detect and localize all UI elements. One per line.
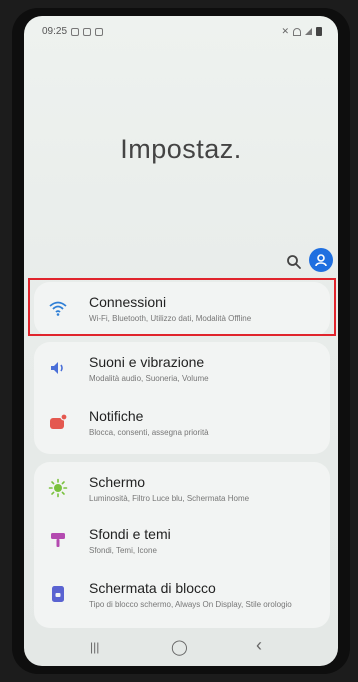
settings-item-subtitle: Blocca, consenti, assegna priorità (89, 428, 209, 437)
settings-item-title: Sfondi e temi (89, 526, 171, 542)
palette-icon (48, 530, 68, 550)
highlight-box (28, 278, 336, 336)
status-right: ✕ (281, 26, 322, 37)
status-bar: 09:25 ✕ (24, 16, 338, 44)
recent-apps-button[interactable]: ||| (90, 640, 99, 654)
settings-group-display: Schermo Luminosità, Filtro Luce blu, Sch… (34, 462, 330, 628)
profile-icon[interactable] (309, 248, 333, 272)
settings-item-subtitle: Sfondi, Temi, Icone (89, 546, 157, 555)
settings-item-schermo[interactable]: Schermo Luminosità, Filtro Luce blu, Sch… (34, 464, 330, 514)
settings-item-notifiche[interactable]: Notifiche Blocca, consenti, assegna prio… (34, 398, 330, 448)
notification-icon (95, 27, 104, 36)
signal-icon (305, 28, 312, 35)
settings-item-title: Notifiche (89, 408, 144, 424)
mute-icon: ✕ (281, 26, 289, 36)
status-time: 09:25 (42, 26, 68, 37)
notification-icon (71, 27, 80, 36)
settings-group-sound-notifications: Suoni e vibrazione Modalità audio, Suone… (34, 342, 330, 454)
settings-item-subtitle: Modalità audio, Suoneria, Volume (89, 374, 209, 383)
brightness-icon (48, 478, 68, 498)
settings-item-title: Suoni e vibrazione (89, 354, 205, 370)
settings-item-title: Schermo (89, 474, 146, 490)
search-icon[interactable] (286, 254, 302, 270)
settings-item-subtitle: Luminosità, Filtro Luce blu, Schermata H… (89, 494, 250, 503)
settings-item-schermata-blocco[interactable]: Schermata di blocco Tipo di blocco scher… (34, 570, 330, 626)
page-title: Impostaz. (120, 134, 242, 164)
settings-item-sfondi[interactable]: Sfondi e temi Sfondi, Temi, Icone (34, 516, 330, 566)
back-button[interactable]: ‹ (256, 635, 262, 656)
notification-icon (83, 27, 92, 36)
wifi-status-icon (293, 27, 301, 36)
lock-screen-icon (48, 584, 68, 604)
settings-item-title: Schermata di blocco (89, 580, 216, 596)
settings-item-subtitle: Tipo di blocco schermo, Always On Displa… (89, 600, 292, 609)
notification-bell-icon (48, 412, 68, 432)
settings-screen: 09:25 ✕ Impostaz. Connessioni Wi-Fi, Blu… (24, 16, 338, 666)
volume-icon (48, 358, 68, 378)
navigation-bar: ||| ◯ ‹ (24, 626, 338, 666)
status-left: 09:25 (42, 26, 104, 37)
settings-item-suoni[interactable]: Suoni e vibrazione Modalità audio, Suone… (34, 344, 330, 394)
home-button[interactable]: ◯ (171, 638, 188, 656)
battery-icon (316, 27, 322, 36)
